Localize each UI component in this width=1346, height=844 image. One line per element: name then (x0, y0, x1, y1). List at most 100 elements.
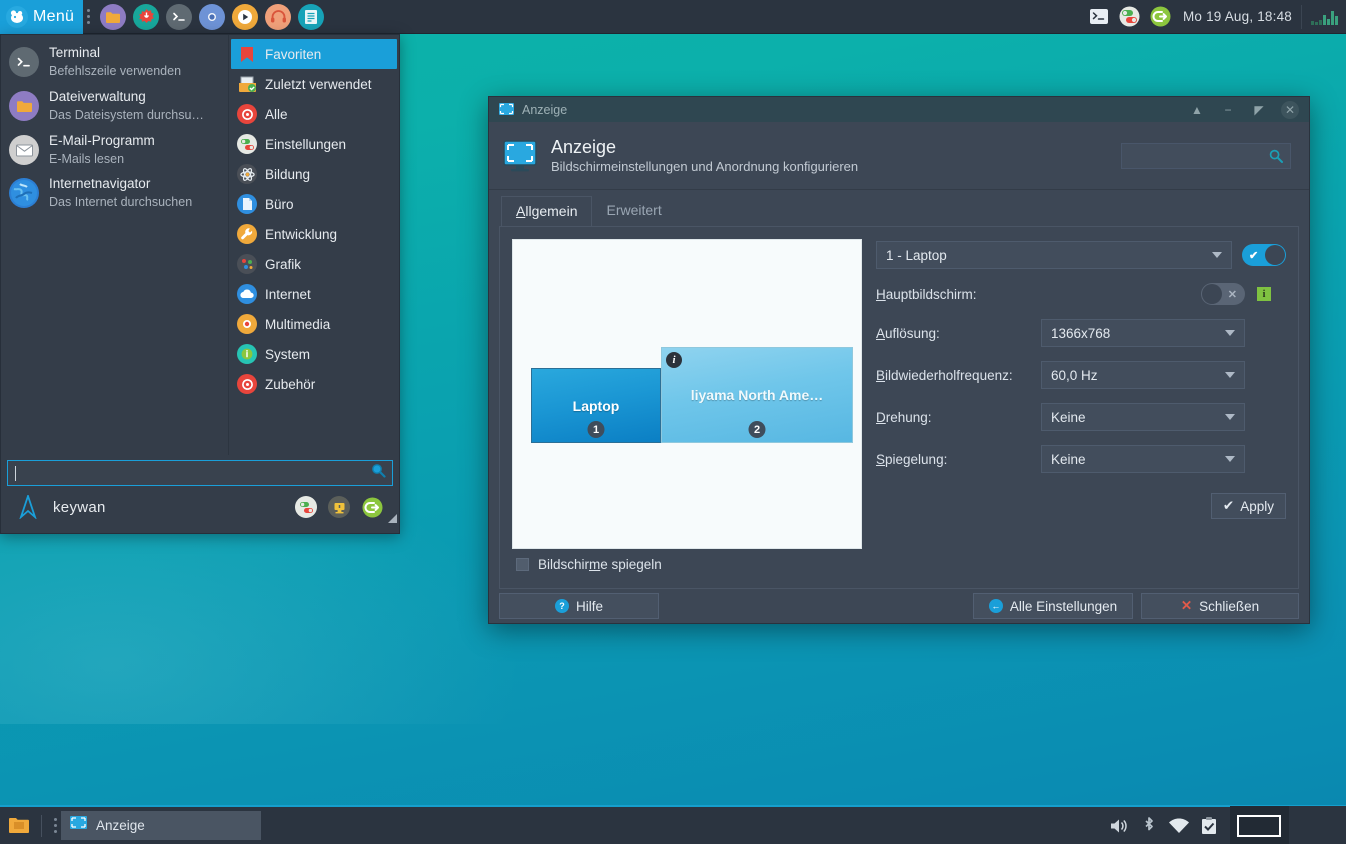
search-input[interactable] (7, 460, 393, 486)
monitor-select[interactable]: 1 - Laptop (876, 241, 1232, 269)
logout-tray-icon[interactable] (1150, 6, 1172, 28)
help-button[interactable]: ? Hilfe (499, 593, 659, 619)
shade-button[interactable]: ▲ (1188, 101, 1206, 119)
close-dialog-button[interactable]: ✕ Schließen (1141, 593, 1299, 619)
tab-allgemein[interactable]: Allgemein (501, 196, 592, 226)
mouse-logo-icon (6, 6, 28, 28)
dialog-search-input[interactable] (1121, 143, 1291, 169)
lock-screen-icon[interactable] (328, 496, 350, 518)
primary-info-icon[interactable]: i (1257, 287, 1271, 301)
terminal-tray-icon[interactable] (1088, 6, 1110, 28)
mirror-displays-row[interactable]: Bildschirme spiegeln (512, 549, 1286, 576)
workspace-1[interactable] (1230, 806, 1288, 844)
settings-tray-icon[interactable] (1119, 6, 1141, 28)
category-label: Bildung (265, 167, 310, 182)
category-multimedia[interactable]: Multimedia (231, 309, 397, 339)
help-icon: ? (555, 599, 569, 613)
settings-icon (237, 134, 257, 154)
monitor-1[interactable]: Laptop 1 (531, 368, 661, 443)
avatar[interactable] (15, 494, 41, 520)
window-title: Anzeige (522, 103, 567, 117)
search-icon[interactable] (371, 463, 386, 483)
category-alle[interactable]: Alle (231, 99, 397, 129)
monitor-enabled-toggle[interactable]: ✔ (1242, 244, 1286, 266)
field-label: Drehung: (876, 410, 1041, 425)
monitor-1-number: 1 (588, 421, 605, 438)
category-bildung[interactable]: Bildung (231, 159, 397, 189)
category-favoriten[interactable]: Favoriten (231, 39, 397, 69)
hauptbildschirm-label-rest: auptbildschirm: (886, 287, 977, 302)
settings-action-icon[interactable] (295, 496, 317, 518)
bookmark-icon (237, 44, 257, 64)
resolution-select[interactable]: 1366x768 (1041, 319, 1245, 347)
workspace-2[interactable] (1288, 806, 1346, 844)
field-hauptbildschirm: Hauptbildschirm: ✕ i (876, 283, 1286, 305)
browser-launcher[interactable] (199, 4, 225, 30)
reflection-select[interactable]: Keine (1041, 445, 1245, 473)
panel-drag-handle[interactable] (83, 0, 94, 34)
workspace-switcher (1230, 806, 1346, 844)
close-label: Schließen (1199, 599, 1259, 614)
refresh-rate-select[interactable]: 60,0 Hz (1041, 361, 1245, 389)
media-player-launcher[interactable] (232, 4, 258, 30)
taskbar-item-anzeige[interactable]: Anzeige (61, 811, 261, 840)
dialog-titlebar[interactable]: Anzeige ▲ − ◤ ✕ (489, 97, 1309, 122)
clock[interactable]: Mo 19 Aug, 18:48 (1181, 9, 1292, 24)
category-zubehoer[interactable]: Zubehör (231, 369, 397, 399)
logout-action-icon[interactable] (361, 496, 383, 518)
refresh-rate-value: 60,0 Hz (1051, 368, 1098, 383)
field-aufloesung: Auflösung: 1366x768 (876, 319, 1286, 347)
rotation-select[interactable]: Keine (1041, 403, 1245, 431)
volume-icon[interactable] (1104, 806, 1134, 844)
downloader-launcher[interactable] (133, 4, 159, 30)
user-name: keywan (53, 499, 106, 516)
all-settings-button[interactable]: ← Alle Einstellungen (973, 593, 1133, 619)
category-internet[interactable]: Internet (231, 279, 397, 309)
apply-button[interactable]: ✔ Apply (1211, 493, 1286, 519)
monitor-2-number: 2 (749, 421, 766, 438)
wifi-icon[interactable] (1164, 806, 1194, 844)
file-manager-launcher[interactable] (100, 4, 126, 30)
close-button[interactable]: ✕ (1281, 101, 1299, 119)
monitor-arrangement-preview[interactable]: Laptop 1 i liyama North Ame… 2 (512, 239, 862, 549)
toggle-knob (1202, 284, 1222, 304)
favorite-item-file-manager[interactable]: Dateiverwaltung Das Dateisystem durchsu… (1, 84, 228, 128)
aufloesung-label-rest: uflösung: (885, 326, 940, 341)
info-icon[interactable]: i (666, 352, 682, 368)
category-system[interactable]: System (231, 339, 397, 369)
rotation-value: Keine (1051, 410, 1086, 425)
category-zuletzt-verwendet[interactable]: Zuletzt verwendet (231, 69, 397, 99)
file-manager-taskbar-launcher[interactable] (6, 814, 32, 838)
all-settings-label: Alle Einstellungen (1010, 599, 1117, 614)
primary-display-toggle[interactable]: ✕ (1201, 283, 1245, 305)
recent-folder-icon (237, 74, 257, 94)
mirror-checkbox[interactable] (516, 558, 529, 571)
category-label: Zubehör (265, 377, 315, 392)
taskbar-drag-handle[interactable] (50, 809, 61, 843)
minimize-button[interactable]: − (1219, 101, 1237, 119)
system-monitor-graph[interactable] (1311, 8, 1338, 26)
favorite-desc: E-Mails lesen (49, 152, 124, 166)
category-label: System (265, 347, 310, 362)
page-subtitle: Bildschirmeinstellungen und Anordnung ko… (551, 159, 858, 174)
refresh-label-rest: ildwiederholfrequenz: (885, 368, 1013, 383)
category-buero[interactable]: Büro (231, 189, 397, 219)
favorite-item-email[interactable]: E-Mail-Programm E-Mails lesen (1, 128, 228, 172)
internet-cloud-icon (237, 284, 257, 304)
monitor-2[interactable]: i liyama North Ame… 2 (661, 347, 853, 443)
audio-launcher[interactable] (265, 4, 291, 30)
clipboard-icon[interactable] (1194, 806, 1224, 844)
category-grafik[interactable]: Grafik (231, 249, 397, 279)
application-menu: Terminal Befehlszeile verwenden Dateiver… (0, 34, 400, 534)
category-entwicklung[interactable]: Entwicklung (231, 219, 397, 249)
terminal-launcher[interactable] (166, 4, 192, 30)
category-einstellungen[interactable]: Einstellungen (231, 129, 397, 159)
favorite-item-terminal[interactable]: Terminal Befehlszeile verwenden (1, 40, 228, 84)
tab-erweitert[interactable]: Erweitert (592, 196, 675, 226)
favorite-item-browser[interactable]: Internetnavigator Das Internet durchsuch… (1, 171, 228, 215)
maximize-button[interactable]: ◤ (1250, 101, 1268, 119)
text-editor-launcher[interactable] (298, 4, 324, 30)
bluetooth-icon[interactable] (1134, 806, 1164, 844)
resize-grip[interactable] (388, 514, 397, 523)
menu-button[interactable]: Menü (0, 0, 83, 34)
